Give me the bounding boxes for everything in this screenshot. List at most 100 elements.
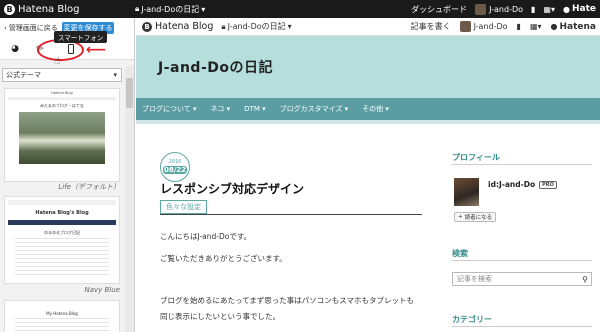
top-bar: B Hatena Blog 🔒︎ J-and-Doの日記 ▾ ダッシュボード J… [0, 0, 600, 18]
paragraph: ご覧いただきありがとうございます。 [160, 254, 287, 263]
paragraph: こんにちはJ-and-Doです。 [160, 232, 252, 241]
theme-name: Life（デフォルト） [58, 183, 120, 191]
thumb-heading: みたまのブログ・はてな [40, 103, 84, 108]
theme-thumbnail-3[interactable]: My Hatena Blog [4, 300, 120, 332]
blog-name: J-and-Doの日記 [141, 4, 200, 14]
profile-heading: プロフィール [452, 153, 500, 162]
design-panel: ‹ 管理画面に戻る 変更を保存する スマートフォン ◕ ✎ ⟵ ☝︎ 公式テーマ… [0, 18, 135, 332]
nav-item-cat[interactable]: ネコ ▾ [211, 104, 231, 114]
profile-image[interactable] [454, 178, 479, 206]
thumb-title: Hatena Blog [51, 91, 73, 95]
cursor-icon: ☝︎ [54, 56, 61, 67]
divider [452, 164, 592, 165]
search-placeholder: 記事を検索 [457, 275, 492, 283]
thumb-navbar [8, 220, 116, 225]
user-name: J-and-Do [489, 4, 524, 14]
preview-hatena-menu[interactable]: ● Hatena [551, 22, 596, 32]
blog-nav: ブログについて ▾ ネコ ▾ DTM ▾ ブログカスタマイズ ▾ その他 ▾ [136, 98, 600, 120]
chevron-down-icon: ▾ [287, 22, 292, 31]
palette-icon: ◕ [11, 43, 19, 54]
nav-item-dtm[interactable]: DTM ▾ [244, 105, 265, 113]
content-area: 2016 08/22 レスポンシブ対応デザイン 色々な設定 こんにちはJ-and… [144, 126, 592, 332]
thumb-heading: ゆるゆるブログ日記 [44, 230, 80, 235]
arrow-left-icon: ⟵ [86, 42, 107, 58]
bookmark-icon[interactable]: ▮ [517, 22, 521, 31]
scrollbar-thumb[interactable] [126, 78, 133, 108]
bookmark-icon[interactable]: ▮ [531, 5, 535, 14]
preview-blog-name: J-and-Doの日記 [227, 22, 286, 31]
nav-label: その他 [362, 105, 384, 113]
avatar [459, 21, 471, 32]
hatena-logo-icon: B [4, 3, 15, 15]
paragraph: 同じ表示にしたいという事でした。 [160, 312, 280, 321]
search-heading: 検索 [452, 249, 468, 258]
date-year: 2016 [168, 159, 182, 165]
thumb-title: My Hatena Blog [46, 311, 78, 316]
profile-id[interactable]: id:J-and-Do [488, 180, 535, 189]
dashboard-link[interactable]: ダッシュボード [411, 4, 467, 15]
hatena-text: Hate [571, 4, 596, 14]
thumb-nav [8, 200, 116, 205]
lock-icon: 🔒︎ [135, 4, 140, 13]
profile-id-row: id:J-and-Do PRO [488, 180, 557, 189]
divider [452, 260, 592, 261]
hatena-circle-icon: ● [563, 4, 570, 14]
nav-strip [136, 120, 600, 124]
thumb-nav [8, 97, 116, 100]
follow-label: 読者になる [464, 215, 493, 221]
grid-menu-icon[interactable]: ▦▾ [543, 5, 555, 14]
tooltip: スマートフォン [54, 31, 108, 43]
scrollbar[interactable] [125, 66, 134, 332]
theme-category-value: 公式テーマ [6, 71, 41, 79]
plus-icon: + [458, 214, 463, 220]
preview-logo[interactable]: B Hatena Blog [142, 21, 213, 32]
blog-switcher[interactable]: 🔒︎ J-and-Doの日記 ▾ [135, 4, 205, 15]
pro-badge: PRO [539, 180, 557, 189]
hatena-logo[interactable]: B Hatena Blog [0, 3, 135, 15]
lock-icon: 🔒︎ [221, 21, 226, 31]
date-badge[interactable]: 2016 08/22 [160, 152, 190, 182]
nav-item-about[interactable]: ブログについて ▾ [142, 104, 197, 114]
preview-top-bar: B Hatena Blog 🔒︎ J-and-Doの日記 ▾ 記事を書く J-a… [136, 18, 600, 36]
preview-blog-switcher[interactable]: 🔒︎ J-and-Doの日記 ▾ [221, 21, 291, 32]
preview-user-menu[interactable]: J-and-Do [459, 21, 508, 32]
search-input[interactable]: 記事を検索 ⚲ [452, 272, 592, 286]
search-icon[interactable]: ⚲ [582, 275, 588, 284]
blog-header: J-and-Doの日記 [136, 36, 600, 98]
theme-category-select[interactable]: 公式テーマ ▾ [2, 68, 122, 82]
nav-label: DTM [244, 105, 260, 113]
tab-theme[interactable]: ◕ [4, 41, 26, 57]
nav-label: ブログについて [142, 105, 191, 113]
preview-logo-text: Hatena Blog [155, 21, 214, 32]
blog-preview: B Hatena Blog 🔒︎ J-and-Doの日記 ▾ 記事を書く J-a… [136, 18, 600, 332]
blog-title[interactable]: J-and-Doの日記 [158, 57, 273, 77]
theme-thumbnail-life[interactable]: Hatena Blog みたまのブログ・はてな [4, 88, 120, 182]
hatena-circle-icon: ● [550, 22, 558, 31]
hatena-logo-icon: B [142, 21, 152, 32]
nav-item-other[interactable]: その他 ▾ [362, 104, 389, 114]
theme-name: Navy Blue [84, 286, 120, 294]
user-menu[interactable]: J-and-Do [475, 3, 524, 15]
divider [452, 326, 592, 327]
category-badge[interactable]: 色々な設定 [160, 200, 207, 214]
thumb-lines [15, 238, 109, 278]
chevron-down-icon: ▾ [113, 71, 117, 79]
logo-text: Hatena Blog [18, 3, 80, 15]
divider [160, 214, 422, 215]
write-post-link[interactable]: 記事を書く [411, 21, 451, 32]
post-title[interactable]: レスポンシブ対応デザイン [160, 180, 304, 197]
date-month-day: 08/22 [163, 166, 187, 174]
preview-hatena-text: Hatena [559, 21, 597, 32]
theme-thumbnail-navy-blue[interactable]: Hatena Blog's Blog ゆるゆるブログ日記 [4, 196, 120, 284]
thumb-image [19, 112, 105, 164]
category-heading: カテゴリー [452, 315, 492, 324]
chevron-left-icon: ‹ [4, 24, 7, 32]
paragraph: ブログを始めるにあたってまず思った事はパソコンもスマホもタブレットも [160, 296, 415, 305]
grid-menu-icon[interactable]: ▦▾ [530, 22, 542, 31]
thumb-title: Hatena Blog's Blog [35, 210, 89, 216]
hatena-menu[interactable]: ● Hate [563, 4, 596, 14]
chevron-down-icon: ▾ [201, 4, 206, 14]
follow-button[interactable]: + 読者になる [454, 212, 497, 222]
back-label: 管理画面に戻る [8, 24, 58, 32]
nav-item-customize[interactable]: ブログカスタマイズ ▾ [280, 104, 349, 114]
